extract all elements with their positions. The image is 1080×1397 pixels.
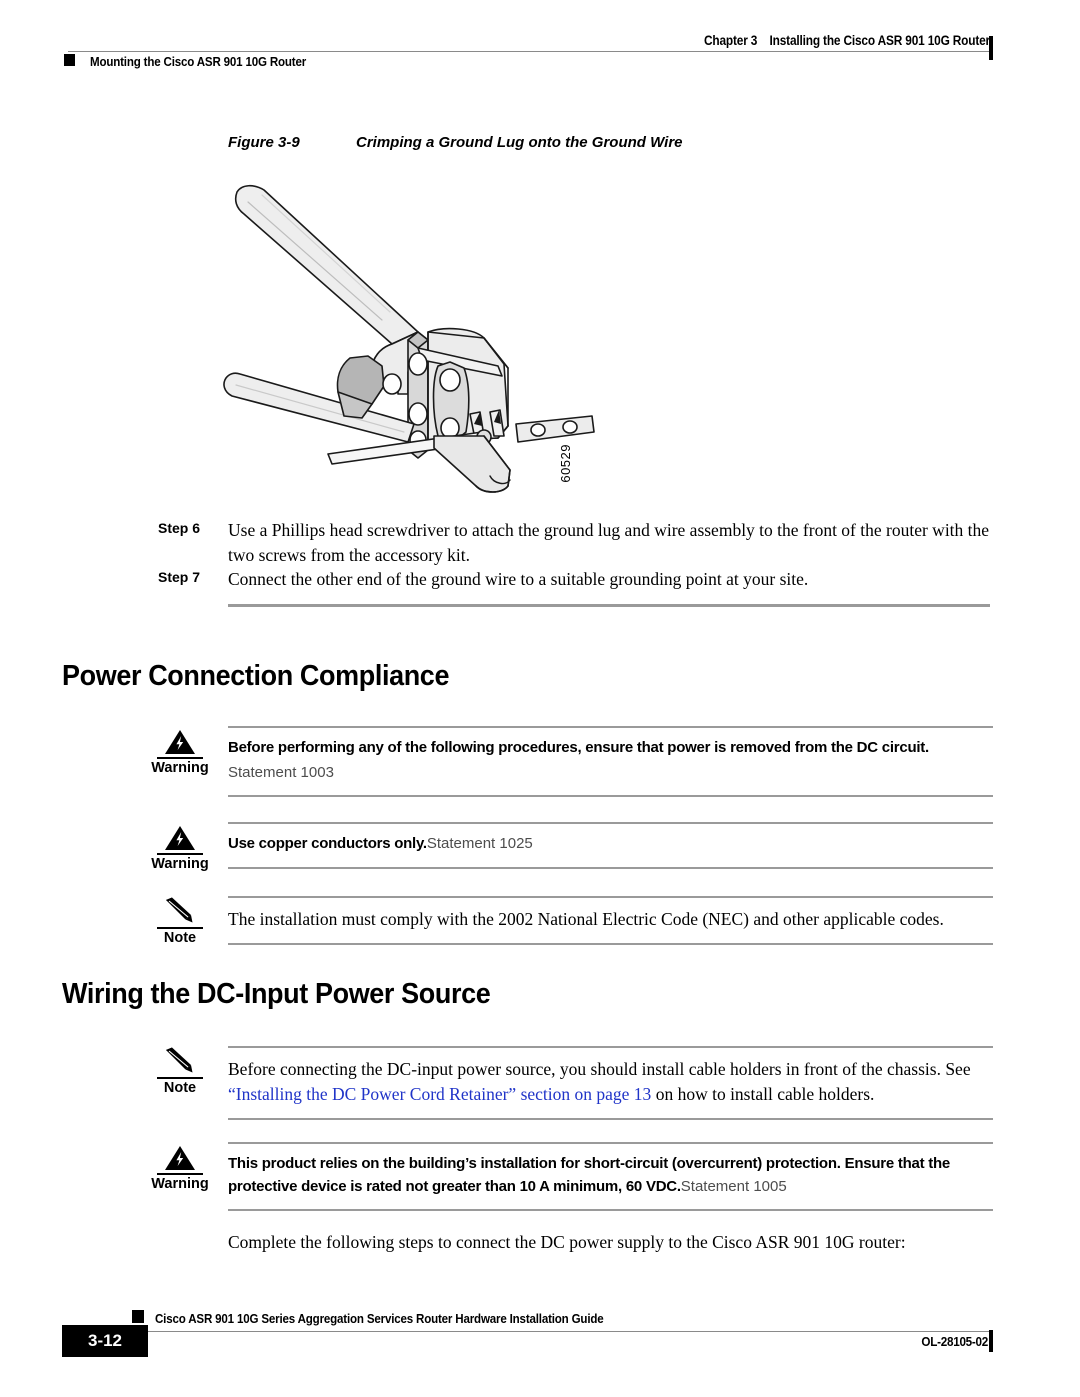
footer-guide-title: Cisco ASR 901 10G Series Aggregation Ser…: [155, 1311, 604, 1326]
admonition-text: Before performing any of the following p…: [228, 739, 929, 756]
admonition-body: Before connecting the DC-input power sou…: [228, 1046, 993, 1120]
admonition-statement: Statement 1005: [680, 1177, 787, 1195]
admonition-icon-rule: [157, 853, 203, 855]
admonition-icon-rule: [157, 927, 203, 929]
warning-triangle-icon: [163, 726, 197, 756]
admonition-icon-rule: [157, 1173, 203, 1175]
admonition-text-before: Before connecting the DC-input power sou…: [228, 1059, 971, 1079]
header-end-bar: [989, 36, 993, 60]
figure-number: Figure 3-9: [228, 134, 300, 151]
step-text: Connect the other end of the ground wire…: [228, 569, 809, 589]
admonition-gutter: Warning: [138, 726, 222, 777]
admonition-body: Before performing any of the following p…: [228, 726, 993, 797]
step-text: Use a Phillips head screwdriver to attac…: [228, 520, 990, 566]
footer-doc-id: OL-28105-02: [921, 1334, 988, 1349]
header-square-marker-icon: [64, 54, 75, 66]
header-section-title: Mounting the Cisco ASR 901 10G Router: [90, 54, 307, 69]
page-header: Chapter 3 Installing the Cisco ASR 901 10…: [0, 0, 1080, 90]
admonition-warning-1003: Warning Before performing any of the fol…: [138, 726, 993, 797]
page-heading-power-connection-compliance: Power Connection Compliance: [62, 660, 450, 692]
admonition-warning-1005: Warning This product relies on the build…: [138, 1142, 993, 1211]
footer-rule: [144, 1331, 990, 1332]
admonition-gutter: Warning: [138, 822, 222, 873]
admonition-statement: Statement 1025: [426, 835, 533, 852]
closing-paragraph: Complete the following steps to connect …: [228, 1232, 906, 1252]
admonition-gutter: Note: [138, 896, 222, 947]
header-chapter-line: Chapter 3 Installing the Cisco ASR 901 10…: [704, 33, 990, 48]
admonition-label: Warning: [151, 760, 209, 776]
warning-triangle-icon: [163, 1142, 197, 1172]
admonition-icon-rule: [157, 1077, 203, 1079]
admonition-body: The installation must comply with the 20…: [228, 896, 993, 945]
admonition-label: Warning: [151, 856, 209, 872]
admonition-body: This product relies on the building’s in…: [228, 1142, 993, 1211]
admonition-note-cable-holders: Note Before connecting the DC-input powe…: [138, 1046, 993, 1120]
warning-triangle-icon: [163, 822, 197, 852]
admonition-text: This product relies on the building’s in…: [228, 1155, 951, 1195]
admonition-text-after: on how to install cable holders.: [651, 1083, 875, 1104]
admonition-note-nec: Note The installation must comply with t…: [138, 896, 993, 947]
admonition-body: Use copper conductors only.Statement 102…: [228, 822, 993, 869]
admonition-label: Note: [163, 1080, 197, 1096]
admonition-warning-1025: Warning Use copper conductors only.State…: [138, 822, 993, 872]
cross-reference-link[interactable]: “Installing the DC Power Cord Retainer” …: [228, 1084, 651, 1104]
figure-title: Crimping a Ground Lug onto the Ground Wi…: [356, 134, 683, 151]
admonition-statement: Statement 1003: [228, 763, 334, 781]
footer-page-number: 3-12: [87, 1331, 123, 1350]
header-chapter-label: Chapter 3: [704, 33, 758, 48]
figure-art-id: 60529: [558, 444, 573, 483]
note-pencil-icon: [163, 896, 197, 926]
admonition-gutter: Note: [138, 1046, 222, 1097]
header-chapter-title: Installing the Cisco ASR 901 10G Router: [769, 33, 991, 48]
section-divider: [228, 604, 990, 607]
admonition-label: Note: [163, 930, 197, 946]
note-pencil-icon: [163, 1046, 197, 1076]
admonition-gutter: Warning: [138, 1142, 222, 1193]
step-row: Step 6 Use a Phillips head screwdriver t…: [158, 518, 996, 569]
footer-end-bar: [989, 1330, 993, 1352]
figure-caption: Figure 3-9 Crimping a Ground Lug onto the…: [228, 134, 683, 151]
step-row: Step 7 Connect the other end of the grou…: [158, 567, 996, 592]
header-rule: [68, 51, 990, 52]
step-label: Step 7: [158, 569, 201, 585]
step-label: Step 6: [158, 520, 201, 536]
admonition-label: Warning: [151, 1176, 209, 1192]
admonition-icon-rule: [157, 757, 203, 759]
admonition-text: Use copper conductors only.: [228, 835, 427, 852]
page-heading-wiring-dc-input-power-source: Wiring the DC-Input Power Source: [62, 978, 491, 1010]
footer-square-marker-icon: [132, 1310, 144, 1323]
